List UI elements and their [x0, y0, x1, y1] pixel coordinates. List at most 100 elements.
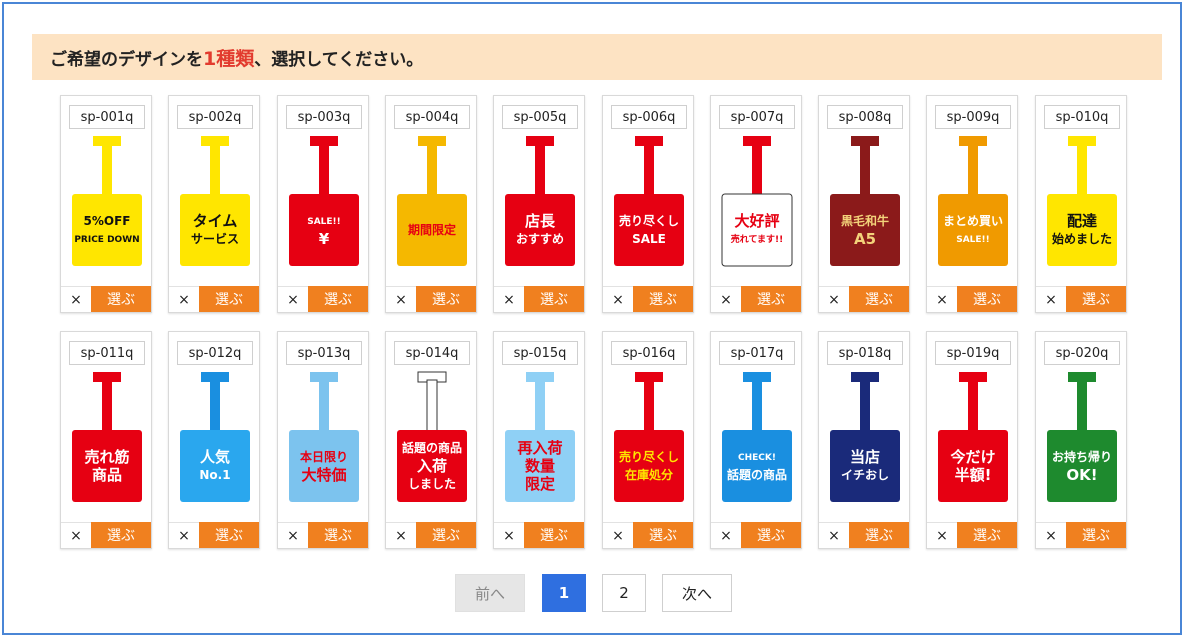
design-card[interactable]: sp-003q SALE!! ¥ × 選ぶ	[277, 95, 369, 313]
pop-panel	[614, 194, 684, 266]
design-preview: まとめ買い SALE!!	[935, 134, 1011, 274]
select-button[interactable]: 選ぶ	[957, 286, 1017, 312]
pop-hanger-stem	[644, 380, 654, 432]
remove-button[interactable]: ×	[711, 286, 741, 312]
next-page-button[interactable]: 次へ	[662, 574, 732, 612]
card-actions: × 選ぶ	[169, 286, 259, 312]
select-button[interactable]: 選ぶ	[91, 522, 151, 548]
prev-page-button[interactable]: 前へ	[455, 574, 525, 612]
select-button[interactable]: 選ぶ	[308, 286, 368, 312]
design-card[interactable]: sp-015q 再入荷 数量 限定 × 選ぶ	[493, 331, 585, 549]
card-actions: × 選ぶ	[1036, 522, 1126, 548]
design-card[interactable]: sp-002q タイム サービス × 選ぶ	[168, 95, 260, 313]
pop-text: 今だけ	[949, 448, 995, 466]
pop-text: サービス	[191, 231, 239, 246]
design-card[interactable]: sp-016q 売り尽くし 在庫処分 × 選ぶ	[602, 331, 694, 549]
design-card[interactable]: sp-014q 話題の商品 入荷 しました × 選ぶ	[385, 331, 477, 549]
select-button[interactable]: 選ぶ	[199, 522, 259, 548]
design-preview: 黒毛和牛 A5	[827, 134, 903, 274]
pop-hanger-stem	[210, 380, 220, 432]
remove-button[interactable]: ×	[927, 286, 957, 312]
select-button[interactable]: 選ぶ	[741, 522, 801, 548]
select-button[interactable]: 選ぶ	[1066, 286, 1126, 312]
design-preview: 5%OFF PRICE DOWN	[69, 134, 145, 274]
design-preview: 人気 No.1	[177, 370, 253, 510]
page-1-button[interactable]: 1	[542, 574, 586, 612]
design-card[interactable]: sp-013q 本日限り 大特価 × 選ぶ	[277, 331, 369, 549]
design-card[interactable]: sp-008q 黒毛和牛 A5 × 選ぶ	[818, 95, 910, 313]
design-card[interactable]: sp-019q 今だけ 半額! × 選ぶ	[926, 331, 1018, 549]
select-button[interactable]: 選ぶ	[633, 522, 693, 548]
remove-button[interactable]: ×	[386, 522, 416, 548]
remove-button[interactable]: ×	[169, 522, 199, 548]
pop-hanger-stem	[319, 144, 329, 196]
design-code: sp-002q	[177, 105, 253, 129]
pop-image: お持ち帰り OK!	[1047, 372, 1117, 502]
select-button[interactable]: 選ぶ	[524, 286, 584, 312]
select-button[interactable]: 選ぶ	[849, 522, 909, 548]
design-code: sp-016q	[611, 341, 687, 365]
select-button[interactable]: 選ぶ	[91, 286, 151, 312]
design-code: sp-018q	[827, 341, 903, 365]
select-button[interactable]: 選ぶ	[416, 286, 476, 312]
remove-button[interactable]: ×	[61, 522, 91, 548]
remove-button[interactable]: ×	[1036, 522, 1066, 548]
select-button[interactable]: 選ぶ	[633, 286, 693, 312]
pop-text: 半額!	[955, 466, 992, 484]
card-actions: × 選ぶ	[819, 286, 909, 312]
design-card[interactable]: sp-007q 大好評 売れてます!! × 選ぶ	[710, 95, 802, 313]
remove-button[interactable]: ×	[1036, 286, 1066, 312]
remove-button[interactable]: ×	[711, 522, 741, 548]
remove-button[interactable]: ×	[927, 522, 957, 548]
select-button[interactable]: 選ぶ	[416, 522, 476, 548]
remove-button[interactable]: ×	[278, 522, 308, 548]
design-card[interactable]: sp-012q 人気 No.1 × 選ぶ	[168, 331, 260, 549]
design-card[interactable]: sp-004q 期間限定 × 選ぶ	[385, 95, 477, 313]
remove-button[interactable]: ×	[494, 286, 524, 312]
design-preview: 本日限り 大特価	[286, 370, 362, 510]
card-actions: × 選ぶ	[711, 522, 801, 548]
card-actions: × 選ぶ	[711, 286, 801, 312]
design-card[interactable]: sp-017q CHECK! 話題の商品 × 選ぶ	[710, 331, 802, 549]
select-button[interactable]: 選ぶ	[308, 522, 368, 548]
design-card[interactable]: sp-006q 売り尽くし SALE × 選ぶ	[602, 95, 694, 313]
remove-button[interactable]: ×	[278, 286, 308, 312]
design-card[interactable]: sp-020q お持ち帰り OK! × 選ぶ	[1035, 331, 1127, 549]
pop-text: しました	[408, 477, 456, 491]
design-code: sp-011q	[69, 341, 145, 365]
pop-panel	[614, 430, 684, 502]
select-button[interactable]: 選ぶ	[957, 522, 1017, 548]
pop-text: 始めました	[1052, 231, 1112, 246]
select-button[interactable]: 選ぶ	[741, 286, 801, 312]
design-card[interactable]: sp-001q 5%OFF PRICE DOWN × 選ぶ	[60, 95, 152, 313]
design-card[interactable]: sp-018q 当店 イチおし × 選ぶ	[818, 331, 910, 549]
pop-text: おすすめ	[516, 232, 564, 246]
page-2-button[interactable]: 2	[602, 574, 646, 612]
pop-panel	[72, 194, 142, 266]
select-button[interactable]: 選ぶ	[524, 522, 584, 548]
remove-button[interactable]: ×	[494, 522, 524, 548]
design-card[interactable]: sp-005q 店長 おすすめ × 選ぶ	[493, 95, 585, 313]
remove-button[interactable]: ×	[169, 286, 199, 312]
pop-text: まとめ買い	[943, 214, 1003, 228]
select-button[interactable]: 選ぶ	[849, 286, 909, 312]
design-card[interactable]: sp-009q まとめ買い SALE!! × 選ぶ	[926, 95, 1018, 313]
select-button[interactable]: 選ぶ	[199, 286, 259, 312]
pop-text: タイム	[193, 212, 238, 230]
design-code: sp-014q	[394, 341, 470, 365]
pop-hanger-stem	[860, 380, 870, 432]
design-code: sp-017q	[719, 341, 795, 365]
remove-button[interactable]: ×	[603, 522, 633, 548]
design-card[interactable]: sp-011q 売れ筋 商品 × 選ぶ	[60, 331, 152, 549]
design-code: sp-005q	[502, 105, 578, 129]
remove-button[interactable]: ×	[61, 286, 91, 312]
pop-image: CHECK! 話題の商品	[722, 372, 792, 502]
remove-button[interactable]: ×	[819, 286, 849, 312]
design-card[interactable]: sp-010q 配達 始めました × 選ぶ	[1035, 95, 1127, 313]
remove-button[interactable]: ×	[819, 522, 849, 548]
remove-button[interactable]: ×	[603, 286, 633, 312]
remove-button[interactable]: ×	[386, 286, 416, 312]
select-button[interactable]: 選ぶ	[1066, 522, 1126, 548]
pop-text: 商品	[92, 466, 122, 484]
design-preview: 再入荷 数量 限定	[502, 370, 578, 510]
